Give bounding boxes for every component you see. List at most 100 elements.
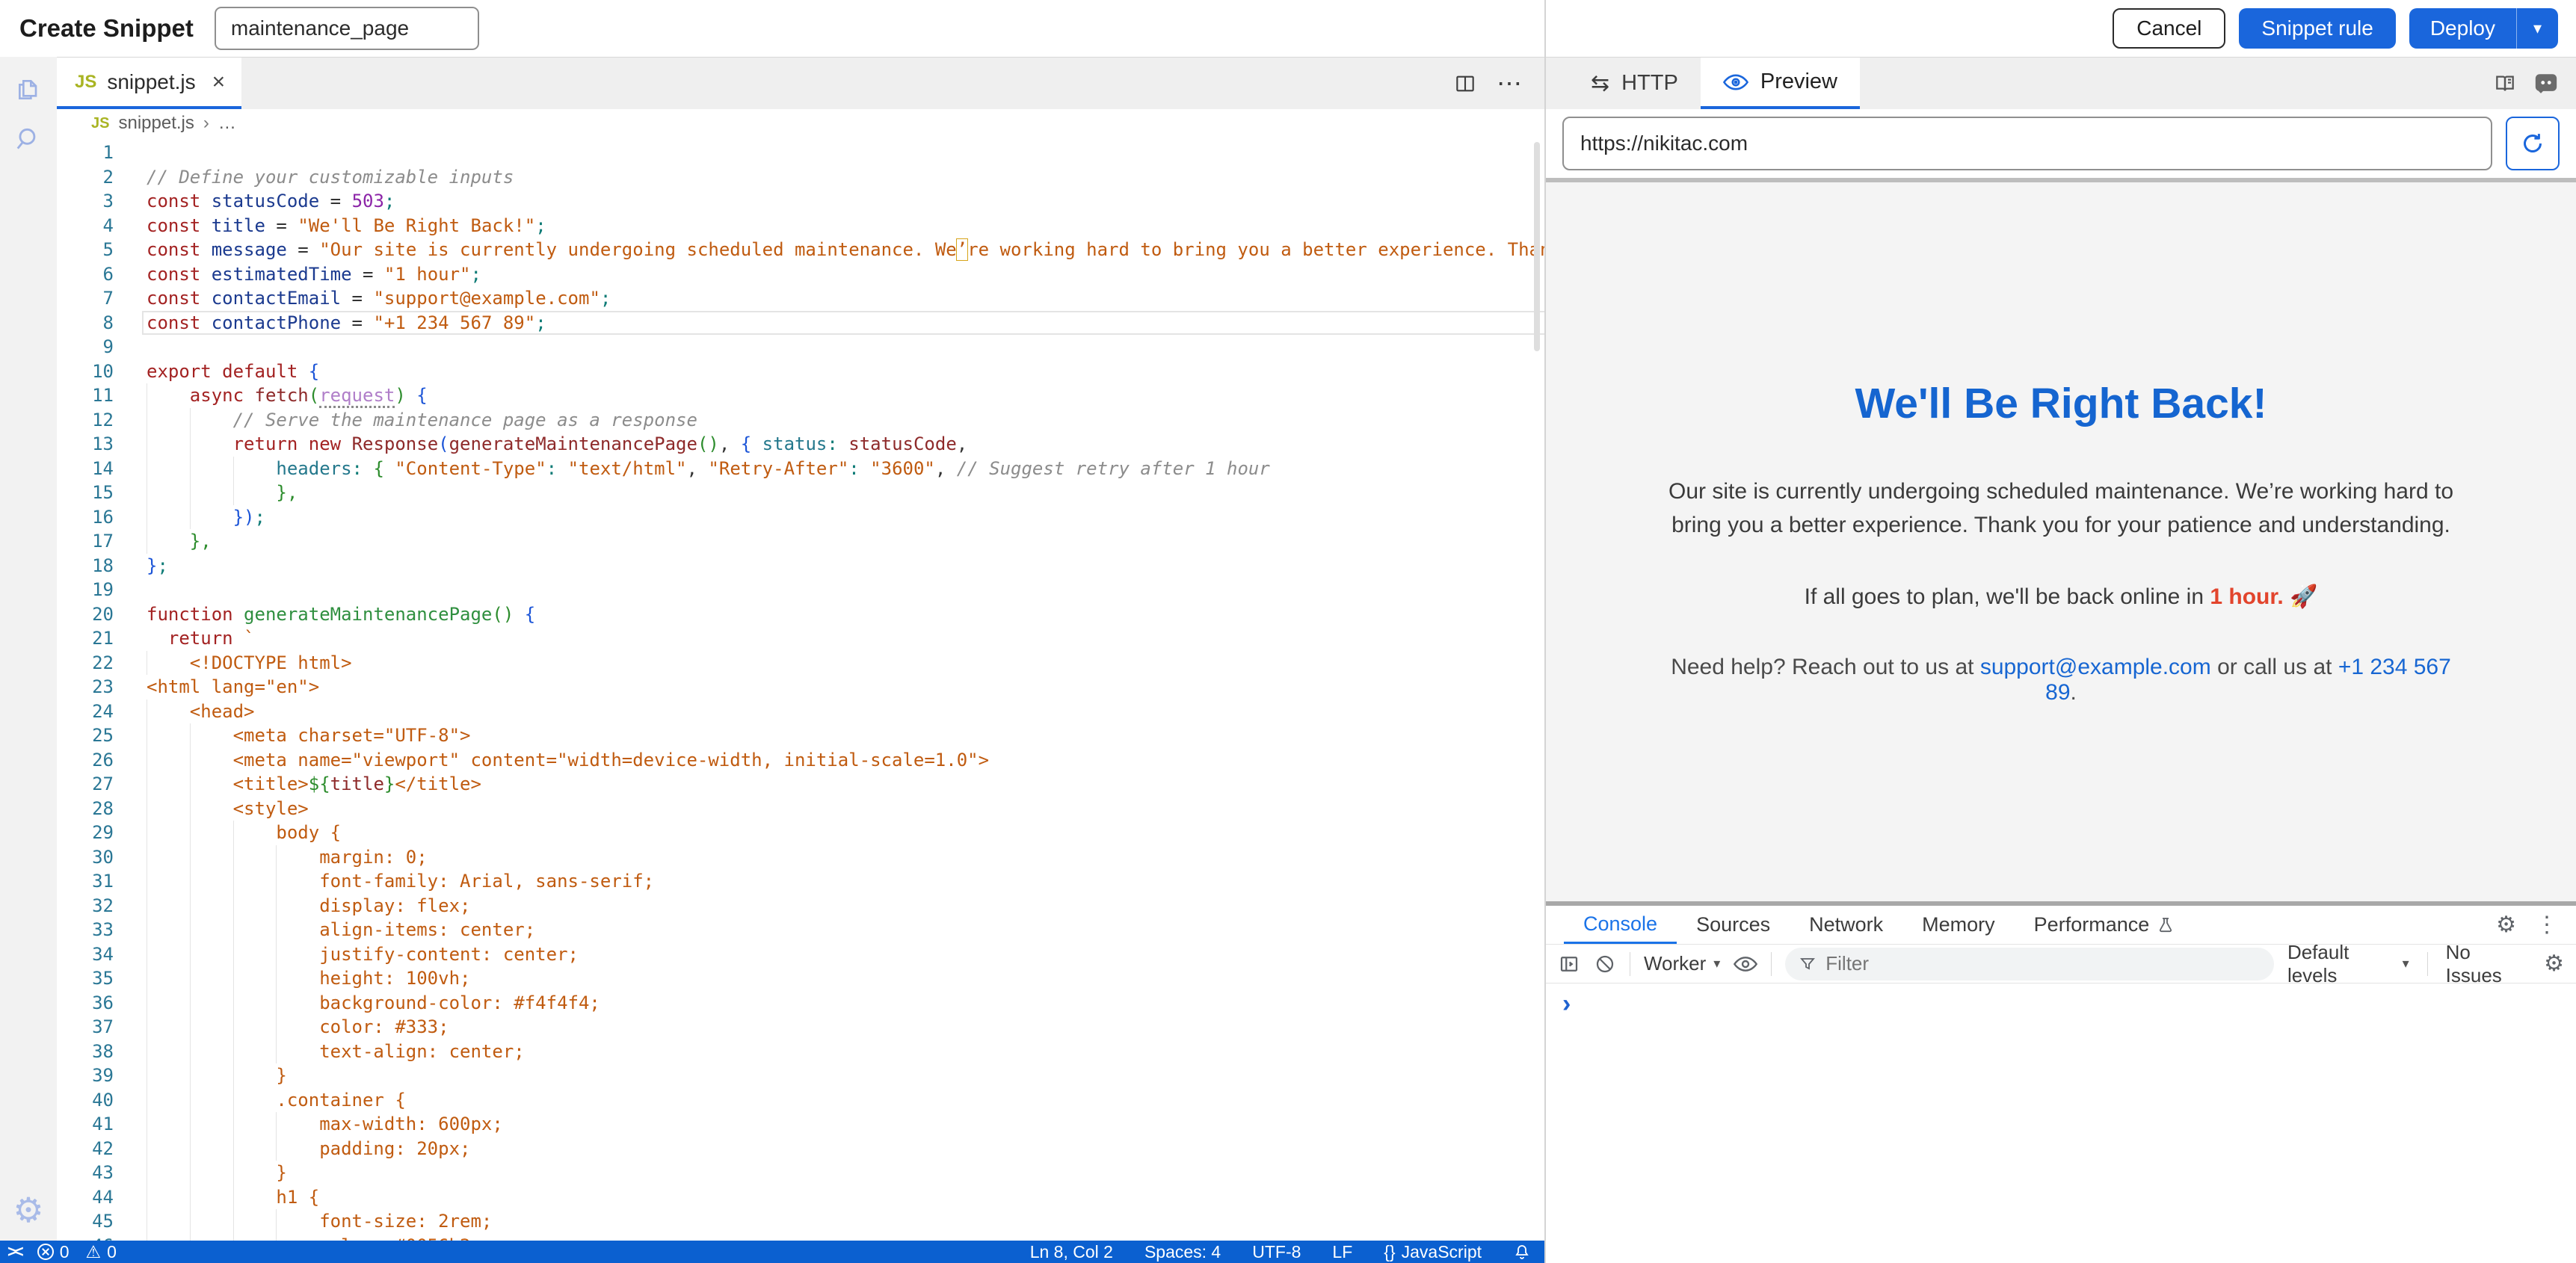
indent-guide (190, 1040, 191, 1064)
problems-warnings[interactable]: ⚠ 0 (86, 1242, 117, 1262)
indentation[interactable]: Spaces: 4 (1144, 1242, 1221, 1262)
indent-guide (190, 821, 191, 845)
editor-panel: Create Snippet ⚙ JS snippet.js × (0, 0, 1544, 1263)
indent-guide (190, 723, 191, 748)
indent-guide (190, 1063, 191, 1088)
indent-guide (276, 869, 277, 894)
indent-guide (233, 1137, 234, 1161)
indent-guide (233, 1040, 234, 1064)
tab-memory[interactable]: Memory (1902, 906, 2015, 944)
code-line: 43 } (0, 1161, 1544, 1185)
code-editor[interactable]: 12// Define your customizable inputs3con… (0, 138, 1544, 1241)
indent-guide (233, 845, 234, 870)
braces-icon: {} (1384, 1242, 1395, 1262)
code-line: 14 headers: { "Content-Type": "text/html… (0, 457, 1544, 481)
remote-icon[interactable]: >< (7, 1242, 21, 1262)
indent-guide (233, 1015, 234, 1040)
snippet-name-input[interactable] (215, 7, 479, 50)
tab-console[interactable]: Console (1564, 906, 1677, 944)
indent-guide (233, 991, 234, 1016)
flask-icon (2157, 915, 2175, 936)
code-line: 19 (0, 578, 1544, 602)
console-settings-icon[interactable]: ⚙ (2544, 953, 2564, 975)
language-mode[interactable]: {} JavaScript (1384, 1242, 1482, 1262)
files-icon[interactable] (12, 73, 45, 106)
code-line: 37 color: #333; (0, 1015, 1544, 1040)
indent-guide (190, 845, 191, 870)
console-sidebar-icon[interactable] (1558, 953, 1580, 975)
devtools-settings-icon[interactable]: ⚙ (2496, 914, 2516, 936)
email-link[interactable]: support@example.com (1980, 655, 2211, 679)
cancel-button[interactable]: Cancel (2113, 8, 2225, 49)
maintenance-help: Need help? Reach out to us at support@ex… (1665, 655, 2457, 705)
activity-bar: ⚙ (0, 57, 57, 1241)
code-line: 10export default { (0, 359, 1544, 384)
app: Create Snippet ⚙ JS snippet.js × (0, 0, 2576, 1263)
refresh-button[interactable] (2506, 117, 2560, 170)
code-line: 22 <!DOCTYPE html> (0, 651, 1544, 676)
editor-scrollbar[interactable] (1534, 142, 1540, 351)
devtools-kebab-icon[interactable]: ⋮ (2536, 912, 2558, 938)
rocket-emoji: 🚀 (2290, 584, 2317, 609)
chevron-down-icon: ▾ (2403, 956, 2409, 972)
code-line: 31 font-family: Arial, sans-serif; (0, 869, 1544, 894)
issues-counter[interactable]: No Issues (2446, 941, 2526, 987)
tab-sources[interactable]: Sources (1677, 906, 1790, 944)
console-filter[interactable] (1785, 948, 2274, 981)
tab-preview[interactable]: Preview (1701, 58, 1860, 109)
bell-icon[interactable] (1513, 1243, 1531, 1261)
eol-sequence[interactable]: LF (1332, 1242, 1352, 1262)
breadcrumb-file[interactable]: snippet.js (118, 113, 194, 134)
code-line: 8const contactPhone = "+1 234 567 89"; (0, 311, 1544, 336)
code-line: 21 return ` (0, 626, 1544, 651)
devtools-tab-bar: Console Sources Network Memory Performan… (1546, 906, 2576, 945)
default-levels-dropdown[interactable]: Default levels▾ (2287, 941, 2409, 987)
console-prompt[interactable]: › (1562, 991, 1571, 1016)
js-file-icon: JS (91, 115, 109, 132)
filter-input[interactable] (1825, 952, 2244, 975)
preview-panel: Cancel Snippet rule Deploy ▾ ⇆ HTTP Prev… (1546, 0, 2576, 1263)
clear-console-icon[interactable] (1594, 953, 1616, 975)
cursor-position[interactable]: Ln 8, Col 2 (1030, 1242, 1113, 1262)
tab-performance[interactable]: Performance (2015, 906, 2195, 944)
settings-gear-icon[interactable]: ⚙ (13, 1193, 43, 1227)
discord-icon[interactable] (2533, 71, 2560, 96)
indent-guide (276, 1137, 277, 1161)
indent-guide (190, 457, 191, 481)
close-icon[interactable]: × (212, 70, 226, 95)
split-editor-icon[interactable] (1453, 72, 1477, 96)
indent-guide (190, 797, 191, 821)
snippet-rule-button[interactable]: Snippet rule (2239, 8, 2395, 49)
left-header: Create Snippet (0, 0, 1544, 57)
code-line: 20function generateMaintenancePage() { (0, 602, 1544, 627)
watch-eye-icon[interactable] (1734, 954, 1757, 974)
encoding[interactable]: UTF-8 (1252, 1242, 1301, 1262)
indent-guide (190, 481, 191, 505)
execution-context-dropdown[interactable]: Worker▾ (1644, 952, 1720, 975)
docs-book-icon[interactable] (2492, 72, 2518, 96)
tab-http[interactable]: ⇆ HTTP (1568, 58, 1701, 109)
indent-guide (233, 894, 234, 918)
code-line: 1 (0, 140, 1544, 165)
chevron-down-icon: ▾ (1713, 956, 1720, 972)
problems-errors[interactable]: 0 (37, 1242, 70, 1262)
breadcrumb-more[interactable]: … (218, 113, 236, 134)
tab-snippet-js[interactable]: JS snippet.js × (57, 58, 241, 109)
indent-guide (233, 481, 234, 505)
code-line: 41 max-width: 600px; (0, 1112, 1544, 1137)
more-actions-icon[interactable]: ⋯ (1497, 69, 1523, 99)
preview-url-input[interactable] (1562, 117, 2492, 170)
indent-guide (190, 1185, 191, 1210)
search-icon[interactable] (12, 123, 45, 155)
deploy-dropdown-caret[interactable]: ▾ (2516, 8, 2558, 49)
indent-guide (276, 918, 277, 942)
code-line: 4const title = "We'll Be Right Back!"; (0, 214, 1544, 238)
breadcrumb[interactable]: JS snippet.js › … (0, 109, 1544, 138)
indent-guide (190, 432, 191, 457)
code-line: 23<html lang="en"> (0, 675, 1544, 700)
code-line: 36 background-color: #f4f4f4; (0, 991, 1544, 1016)
console-output[interactable]: › (1546, 983, 2576, 1263)
deploy-button[interactable]: Deploy ▾ (2409, 8, 2558, 49)
code-line: 17 }, (0, 529, 1544, 554)
tab-network[interactable]: Network (1790, 906, 1902, 944)
